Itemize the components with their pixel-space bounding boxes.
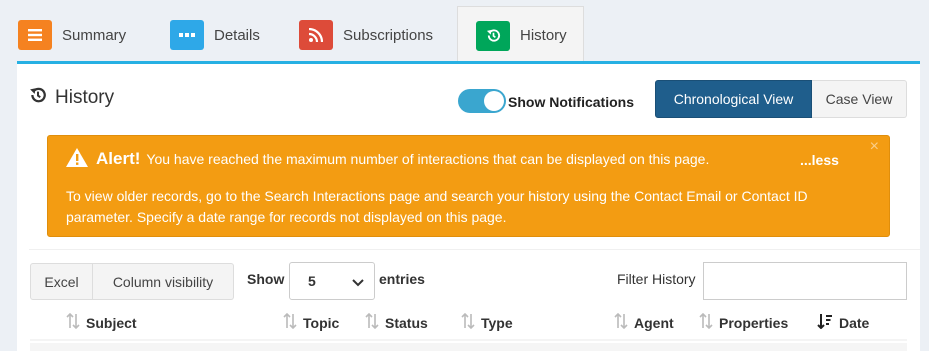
show-label: Show <box>247 271 285 287</box>
panel-title: History <box>29 86 114 110</box>
sort-icon <box>614 312 628 332</box>
column-header-subject[interactable]: Subject <box>66 312 137 332</box>
rss-icon <box>299 20 333 50</box>
chevron-down-icon <box>352 274 364 290</box>
alert-box: Alert! You have reached the maximum numb… <box>47 135 890 237</box>
sort-desc-icon <box>817 313 833 332</box>
tab-bar: Summary Details Subscriptions History <box>0 0 929 64</box>
page-size-select[interactable]: 5 <box>289 262 375 300</box>
column-label: Subject <box>86 314 137 331</box>
close-icon[interactable]: × <box>870 138 879 156</box>
table-header: Subject Topic Status Type Agent Properti… <box>30 305 907 341</box>
view-button-group: Chronological View Case View <box>655 80 907 118</box>
history-icon <box>29 86 55 110</box>
column-header-type[interactable]: Type <box>461 312 513 332</box>
tab-details-label: Details <box>214 26 260 44</box>
column-label: Agent <box>634 314 674 331</box>
alert-body: To view older records, go to the Search … <box>66 188 808 225</box>
column-label: Date <box>839 314 870 331</box>
table-row <box>30 343 907 351</box>
alert-heading: Alert! <box>96 149 141 168</box>
filter-label: Filter History <box>617 271 696 287</box>
entries-label: entries <box>379 271 425 287</box>
bars-icon <box>18 20 52 50</box>
warning-icon <box>66 148 88 170</box>
sort-icon <box>365 312 379 332</box>
tab-subscriptions-label: Subscriptions <box>343 26 434 44</box>
history-panel: History Show Notifications Chronological… <box>17 61 920 351</box>
column-header-topic[interactable]: Topic <box>283 312 340 332</box>
filter-history-input[interactable] <box>703 262 907 300</box>
tab-history-label: History <box>520 27 567 44</box>
alert-less-link[interactable]: ...less <box>800 152 839 168</box>
column-header-date[interactable]: Date <box>817 313 869 332</box>
toggle-knob <box>484 91 504 111</box>
ellipsis-icon <box>170 20 204 50</box>
excel-button[interactable]: Excel <box>30 263 93 300</box>
tab-summary-label: Summary <box>62 26 127 44</box>
column-label: Topic <box>303 314 340 331</box>
panel-title-text: History <box>55 87 115 108</box>
column-header-properties[interactable]: Properties <box>699 312 789 332</box>
show-notifications-label: Show Notifications <box>508 94 634 110</box>
tab-summary[interactable]: Summary <box>0 6 150 64</box>
history-icon <box>476 20 510 51</box>
column-label: Type <box>481 314 513 331</box>
column-label: Properties <box>719 314 789 331</box>
column-header-status[interactable]: Status <box>365 312 428 332</box>
tab-details[interactable]: Details <box>152 6 287 64</box>
column-visibility-button[interactable]: Column visibility <box>93 263 234 300</box>
sort-icon <box>461 312 475 332</box>
sort-icon <box>283 312 297 332</box>
tab-subscriptions[interactable]: Subscriptions <box>281 6 451 64</box>
tab-history[interactable]: History <box>457 6 584 64</box>
column-header-agent[interactable]: Agent <box>614 312 674 332</box>
chronological-view-button[interactable]: Chronological View <box>655 80 812 118</box>
sort-icon <box>699 312 713 332</box>
sort-icon <box>66 312 80 332</box>
page-size-value: 5 <box>308 273 316 289</box>
export-button-group: Excel Column visibility <box>30 263 234 300</box>
divider <box>29 249 920 250</box>
alert-message: You have reached the maximum number of i… <box>146 151 710 167</box>
column-label: Status <box>385 314 428 331</box>
alert-header: Alert! You have reached the maximum numb… <box>66 148 709 170</box>
case-view-button[interactable]: Case View <box>812 80 907 118</box>
show-notifications-toggle[interactable] <box>458 89 506 113</box>
